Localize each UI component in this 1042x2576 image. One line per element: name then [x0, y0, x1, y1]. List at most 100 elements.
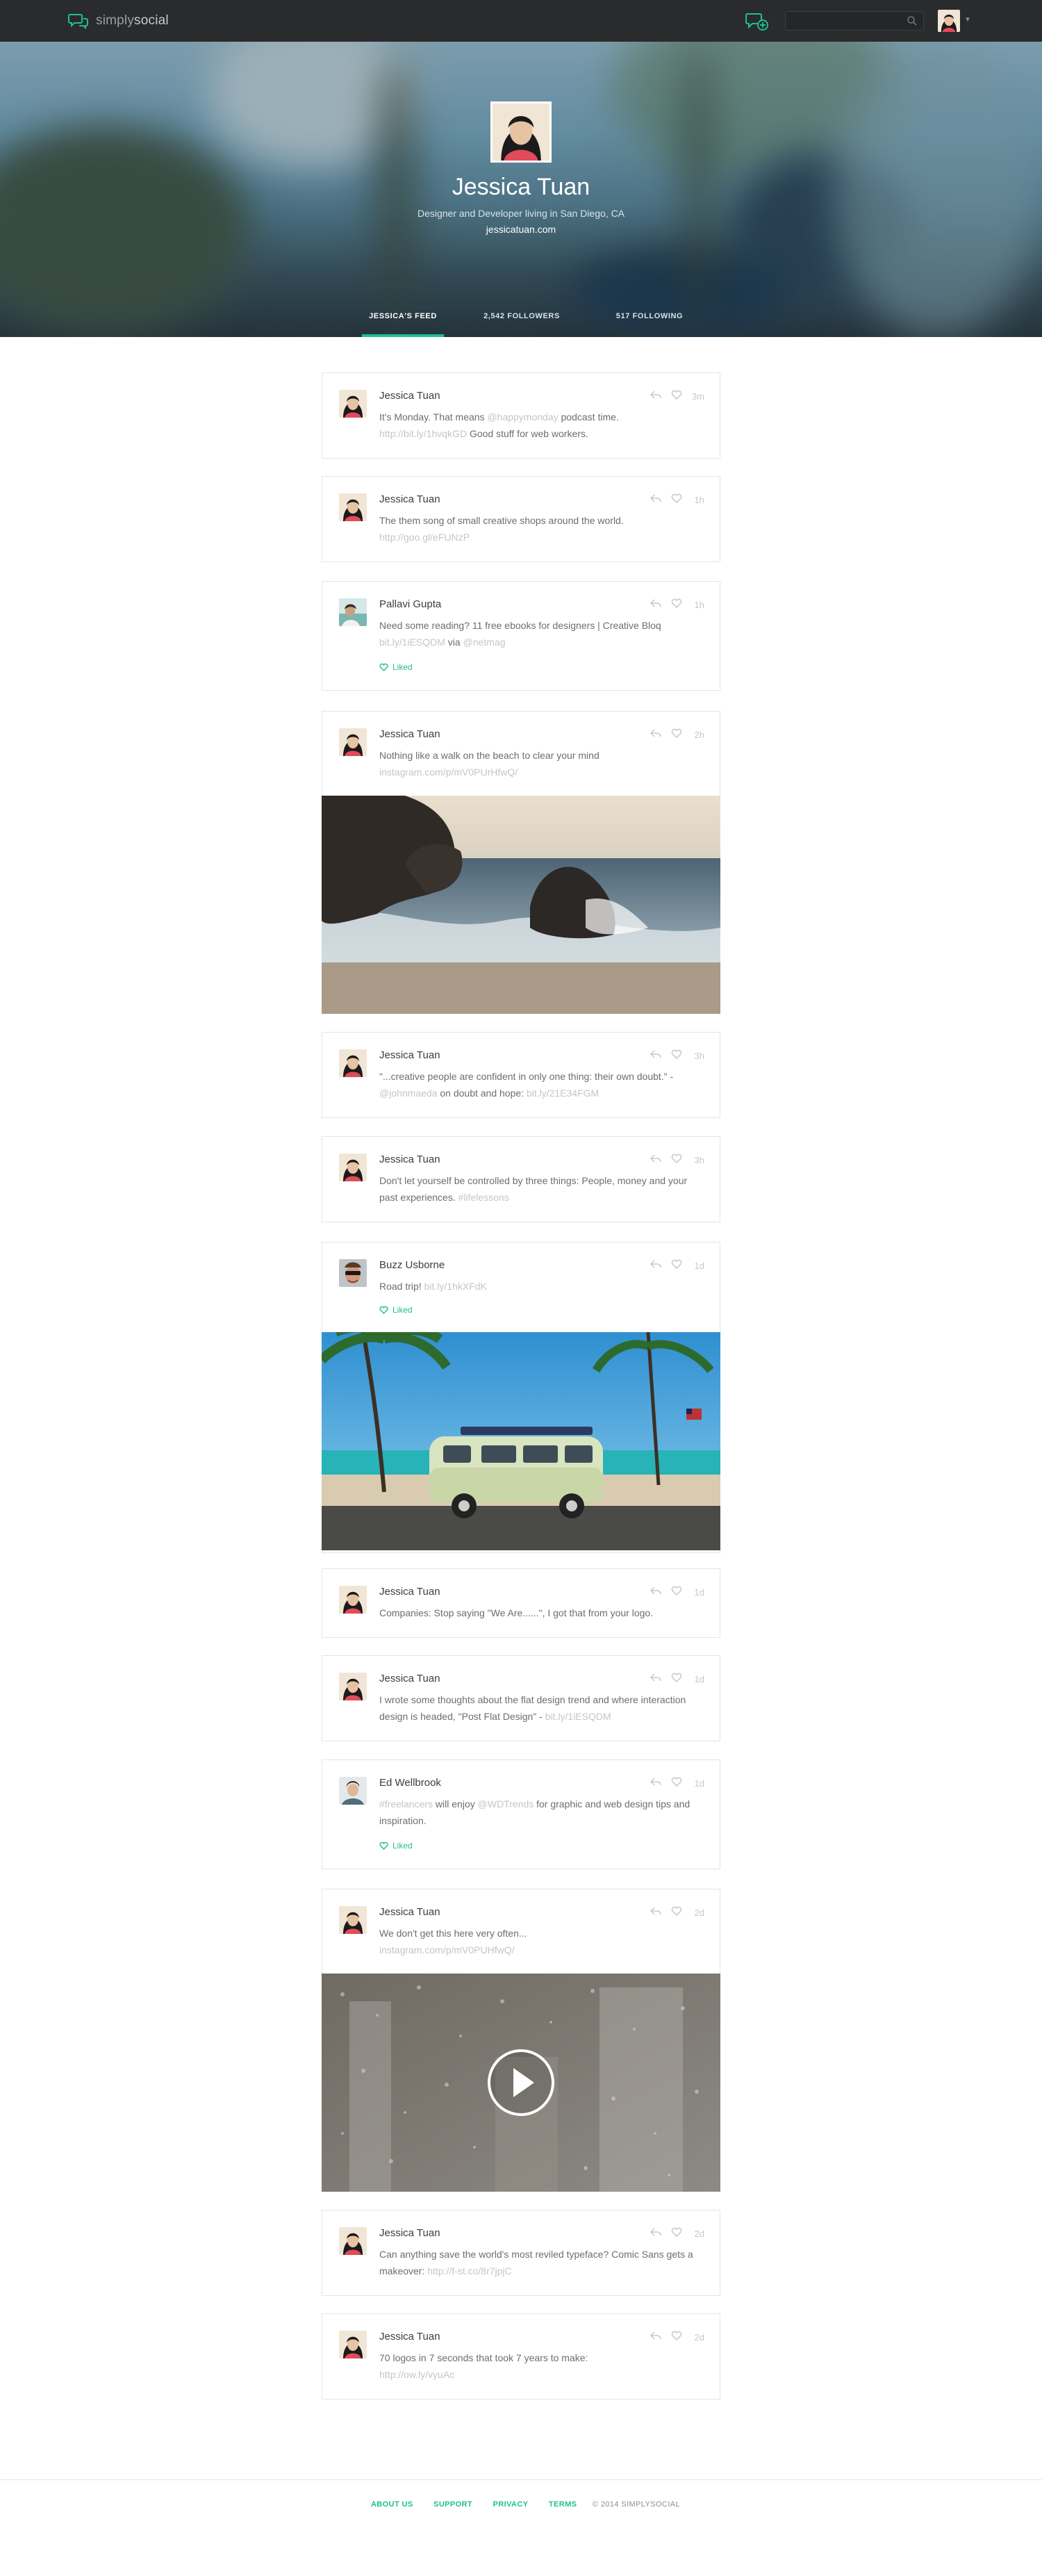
- post-link[interactable]: http://f-st.co/8r7jpjC: [427, 2265, 511, 2276]
- chevron-down-icon[interactable]: ▼: [964, 16, 971, 24]
- reply-icon[interactable]: [650, 1777, 661, 1790]
- heart-icon[interactable]: [671, 1049, 682, 1063]
- post-actions: 1h: [650, 598, 704, 612]
- post-link[interactable]: #lifelessons: [458, 1192, 509, 1203]
- post-author-name[interactable]: Jessica Tuan: [379, 390, 440, 402]
- liked-label: Liked: [392, 1305, 413, 1315]
- reply-icon[interactable]: [650, 1154, 661, 1167]
- heart-icon[interactable]: [671, 1154, 682, 1167]
- reply-icon[interactable]: [650, 1049, 661, 1063]
- new-message-icon[interactable]: [745, 11, 768, 32]
- post-card: Jessica Tuan Nothing like a walk on the b…: [322, 711, 720, 1014]
- post-author-avatar[interactable]: [339, 1049, 367, 1077]
- reply-icon[interactable]: [650, 1259, 661, 1272]
- post-author-name[interactable]: Jessica Tuan: [379, 2227, 440, 2239]
- heart-icon[interactable]: [671, 728, 682, 741]
- post-video[interactable]: [322, 1974, 720, 2192]
- heart-icon[interactable]: [671, 2331, 682, 2344]
- post-photo[interactable]: [322, 1332, 720, 1550]
- reply-icon[interactable]: [650, 2227, 661, 2240]
- app-logo[interactable]: simplysocial: [68, 13, 169, 29]
- post-link[interactable]: instagram.com/p/mV0PUrHfwQ/: [379, 766, 518, 778]
- post-card: Jessica Tuan "...creative people are conf…: [322, 1032, 720, 1118]
- reply-icon[interactable]: [650, 598, 661, 612]
- post-author-name[interactable]: Jessica Tuan: [379, 2331, 440, 2343]
- post-author-name[interactable]: Ed Wellbrook: [379, 1777, 441, 1789]
- post-author-avatar[interactable]: [339, 1586, 367, 1614]
- post-link[interactable]: @happymonday: [487, 411, 558, 423]
- profile-website-link[interactable]: jessicatuan.com: [0, 224, 1042, 235]
- post-link[interactable]: #freelancers: [379, 1798, 433, 1810]
- reply-icon[interactable]: [650, 1586, 661, 1599]
- search-input[interactable]: [786, 12, 897, 30]
- post-author-name[interactable]: Pallavi Gupta: [379, 598, 441, 610]
- post-author-avatar[interactable]: [339, 493, 367, 521]
- reply-icon[interactable]: [650, 1673, 661, 1686]
- heart-icon[interactable]: [671, 1673, 682, 1686]
- post-author-name[interactable]: Buzz Usborne: [379, 1259, 445, 1271]
- post-author-avatar[interactable]: [339, 390, 367, 418]
- post-link[interactable]: @johnmaeda: [379, 1088, 438, 1099]
- user-avatar[interactable]: [938, 10, 960, 32]
- footer-link-terms[interactable]: TERMS: [549, 2500, 577, 2509]
- post-link[interactable]: http://ow.ly/vyuAc: [379, 2369, 454, 2380]
- post-author-name[interactable]: Jessica Tuan: [379, 1906, 440, 1918]
- search-icon[interactable]: [907, 15, 918, 26]
- post-author-avatar[interactable]: [339, 1906, 367, 1934]
- reply-icon[interactable]: [650, 390, 661, 403]
- post-link[interactable]: instagram.com/p/mV0PUHfwQ/: [379, 1944, 515, 1955]
- liked-label: Liked: [392, 662, 413, 672]
- post-author-name[interactable]: Jessica Tuan: [379, 728, 440, 740]
- liked-indicator[interactable]: Liked: [379, 662, 413, 672]
- post-author-avatar[interactable]: [339, 728, 367, 756]
- post-link[interactable]: bit.ly/1iESQDM: [545, 1711, 611, 1722]
- heart-icon[interactable]: [671, 1586, 682, 1599]
- post-link[interactable]: bit.ly/1iESQDM: [379, 637, 445, 648]
- post-link[interactable]: http://goo.gl/eFUNzP: [379, 532, 470, 543]
- post-author-name[interactable]: Jessica Tuan: [379, 1586, 440, 1598]
- heart-icon[interactable]: [671, 1777, 682, 1790]
- footer-link-support[interactable]: SUPPORT: [433, 2500, 472, 2509]
- heart-icon[interactable]: [671, 1259, 682, 1272]
- reply-icon[interactable]: [650, 728, 661, 741]
- post-author-name[interactable]: Jessica Tuan: [379, 1673, 440, 1684]
- post-author-name[interactable]: Jessica Tuan: [379, 1049, 440, 1061]
- heart-icon[interactable]: [671, 1906, 682, 1919]
- post-author-avatar[interactable]: [339, 1673, 367, 1700]
- heart-icon[interactable]: [671, 2227, 682, 2240]
- reply-icon[interactable]: [650, 2331, 661, 2344]
- heart-icon[interactable]: [671, 390, 682, 403]
- post-author-avatar[interactable]: [339, 2331, 367, 2358]
- post-link[interactable]: bit.ly/21E34FGM: [527, 1088, 599, 1099]
- post-author-avatar[interactable]: [339, 1259, 367, 1287]
- post-author-avatar[interactable]: [339, 1777, 367, 1805]
- post-link[interactable]: bit.ly/1hkXFdK: [424, 1281, 487, 1292]
- tab-followers[interactable]: 2,542 FOLLOWERS: [473, 306, 570, 337]
- footer-link-privacy[interactable]: PRIVACY: [493, 2500, 529, 2509]
- post-link[interactable]: @netmag: [463, 637, 506, 648]
- tab-feed[interactable]: JESSICA'S FEED: [362, 306, 444, 337]
- liked-indicator[interactable]: Liked: [379, 1841, 413, 1851]
- post-link[interactable]: @WDTrends: [478, 1798, 534, 1810]
- post-author-avatar[interactable]: [339, 598, 367, 626]
- reply-icon[interactable]: [650, 493, 661, 507]
- heart-icon[interactable]: [671, 493, 682, 507]
- post-photo[interactable]: [322, 796, 720, 1014]
- profile-bio: Designer and Developer living in San Die…: [417, 208, 625, 219]
- post-author-avatar[interactable]: [339, 2227, 367, 2255]
- post-card: Jessica Tuan It's Monday. That means @hap…: [322, 372, 720, 459]
- post-card: Jessica Tuan Companies: Stop saying "We A…: [322, 1568, 720, 1638]
- post-author-name[interactable]: Jessica Tuan: [379, 493, 440, 505]
- reply-icon[interactable]: [650, 1906, 661, 1919]
- logo-text-light: simply: [96, 13, 135, 28]
- post-author-avatar[interactable]: [339, 1154, 367, 1181]
- post-text: Need some reading? 11 free ebooks for de…: [379, 617, 699, 650]
- post-text: Nothing like a walk on the beach to clea…: [379, 747, 699, 780]
- heart-icon[interactable]: [671, 598, 682, 612]
- liked-indicator[interactable]: Liked: [379, 1305, 413, 1315]
- post-link[interactable]: http://bit.ly/1hvqkGD: [379, 428, 467, 439]
- tab-following[interactable]: 517 FOLLOWING: [604, 306, 695, 337]
- footer-link-about[interactable]: ABOUT US: [371, 2500, 413, 2509]
- post-timestamp: 3m: [691, 391, 704, 402]
- post-author-name[interactable]: Jessica Tuan: [379, 1154, 440, 1165]
